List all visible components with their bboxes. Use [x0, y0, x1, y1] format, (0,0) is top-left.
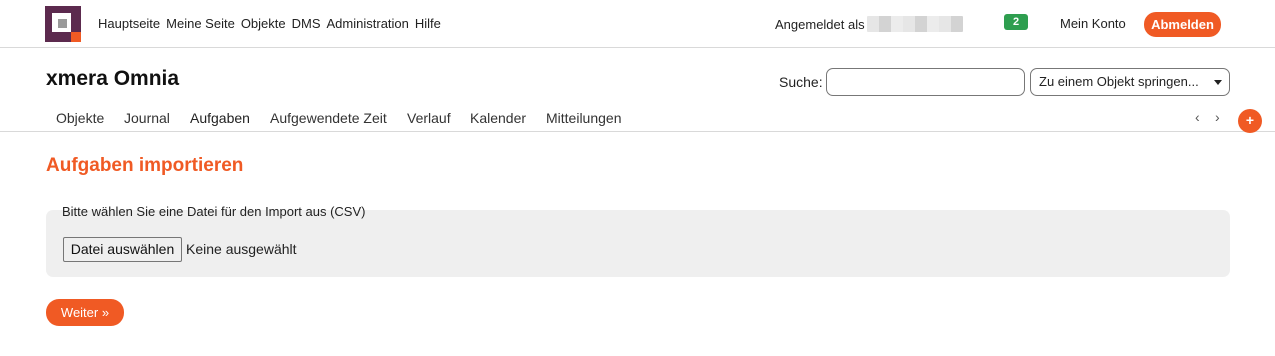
fieldset-legend: Bitte wählen Sie eine Datei für den Impo… — [62, 204, 366, 219]
tab-news[interactable]: Mitteilungen — [546, 110, 622, 132]
top-menu-dms[interactable]: DMS — [292, 16, 321, 31]
my-account-link[interactable]: Mein Konto — [1060, 16, 1126, 31]
top-bar: Hauptseite Meine Seite Objekte DMS Admin… — [0, 0, 1275, 48]
top-menu-my-page[interactable]: Meine Seite — [166, 16, 235, 31]
tab-calendar[interactable]: Kalender — [470, 110, 526, 132]
add-icon[interactable]: + — [1238, 109, 1262, 133]
top-menu-projects[interactable]: Objekte — [241, 16, 286, 31]
file-status: Keine ausgewählt — [186, 241, 297, 257]
tab-history[interactable]: Verlauf — [407, 110, 451, 132]
tab-tasks[interactable]: Aufgaben — [190, 110, 250, 132]
app-logo[interactable] — [45, 6, 81, 42]
top-menu: Hauptseite Meine Seite Objekte DMS Admin… — [98, 16, 447, 31]
chevron-right-icon[interactable]: › — [1215, 109, 1220, 125]
search-input[interactable] — [826, 68, 1025, 96]
tab-journal[interactable]: Journal — [124, 110, 170, 132]
main-tabs: Objekte Journal Aufgaben Aufgewendete Ze… — [0, 106, 1275, 132]
logout-button[interactable]: Abmelden — [1144, 12, 1221, 37]
top-menu-home[interactable]: Hauptseite — [98, 16, 160, 31]
logged-in-as-label: Angemeldet als — [775, 16, 865, 32]
jump-to-project-select[interactable]: Zu einem Objekt springen... — [1030, 68, 1230, 96]
tab-projects[interactable]: Objekte — [56, 110, 104, 132]
caret-down-icon — [1214, 80, 1222, 85]
project-title: xmera Omnia — [46, 67, 180, 90]
top-menu-administration[interactable]: Administration — [327, 16, 409, 31]
page-title: Aufgaben importieren — [46, 155, 244, 176]
logged-in-as: Angemeldet als — [775, 16, 963, 32]
tab-spent-time[interactable]: Aufgewendete Zeit — [270, 110, 387, 132]
notification-badge[interactable]: 2 — [1004, 14, 1028, 30]
top-menu-help[interactable]: Hilfe — [415, 16, 441, 31]
jump-to-project-label: Zu einem Objekt springen... — [1039, 74, 1199, 89]
chevron-left-icon[interactable]: ‹ — [1195, 109, 1200, 125]
choose-file-button[interactable]: Datei auswählen — [63, 237, 182, 262]
redacted-username[interactable] — [866, 16, 963, 32]
next-button[interactable]: Weiter » — [46, 299, 124, 326]
search-label: Suche: — [779, 74, 823, 90]
